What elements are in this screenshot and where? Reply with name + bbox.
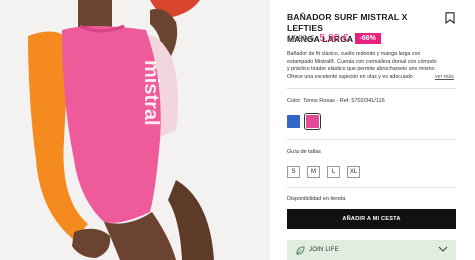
size-option-m[interactable]: M	[307, 166, 320, 178]
color-swatch-pink[interactable]	[304, 113, 321, 130]
color-swatch-blue[interactable]	[287, 115, 300, 128]
size-option-s[interactable]: S	[287, 166, 300, 178]
description-line: Ofrece una excelente sujeción en olas y …	[287, 73, 413, 80]
print-text: mistral	[140, 60, 162, 126]
sale-price: 5,99 €	[319, 32, 349, 44]
size-option-xl[interactable]: XL	[347, 166, 360, 178]
product-info-panel: BAÑADOR SURF MISTRAL X LEFTIES MANGA LAR…	[287, 0, 475, 260]
join-life-label: JOIN LIFE	[309, 246, 339, 253]
description-line: Bañador de fit clásico, cuello redondo y…	[287, 51, 421, 57]
product-description: Bañador de fit clásico, cuello redondo y…	[287, 51, 457, 81]
divider	[287, 187, 456, 188]
description-line: estampado Mistral®. Cuenta con cremaller…	[287, 58, 437, 65]
description-line: y práctico tirador elástico que permite …	[287, 66, 436, 72]
join-life-accordion[interactable]: JOIN LIFE	[287, 240, 456, 260]
size-guide-link[interactable]: Guía de tallas	[287, 149, 321, 155]
see-more-link[interactable]: ver más	[435, 74, 454, 80]
chevron-down-icon	[438, 246, 448, 252]
size-selector: S M L XL	[287, 166, 360, 178]
model-illustration: mistral	[0, 0, 270, 260]
leaf-icon	[296, 246, 305, 255]
discount-badge: -66%	[354, 32, 381, 44]
product-image[interactable]: mistral	[0, 0, 270, 260]
bookmark-icon[interactable]	[445, 12, 455, 24]
color-reference: Color: Tonos Rosas - Ref. 5702/341/116	[287, 98, 385, 104]
product-title-line1: BAÑADOR SURF MISTRAL X LEFTIES	[287, 12, 408, 33]
divider	[287, 88, 456, 89]
add-to-cart-button[interactable]: AÑADIR A MI CESTA	[287, 209, 456, 229]
price-row: 17,99 € 5,99 € -66%	[287, 32, 381, 44]
divider	[287, 139, 456, 140]
old-price: 17,99 €	[287, 33, 315, 43]
store-availability-link[interactable]: Disponibilidad en tienda	[287, 196, 345, 202]
size-option-l[interactable]: L	[327, 166, 340, 178]
